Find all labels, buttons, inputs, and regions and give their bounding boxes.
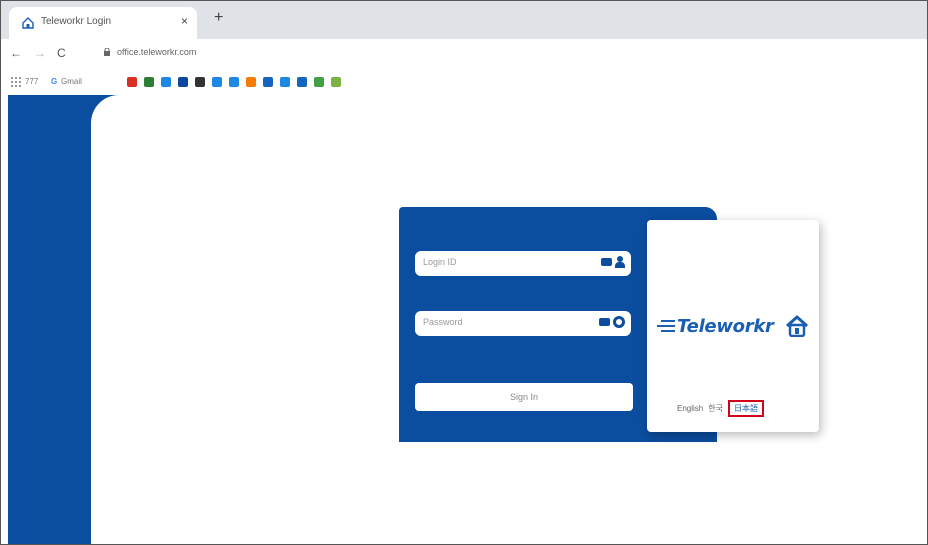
back-button[interactable]: ← bbox=[10, 46, 22, 60]
login-id-icons bbox=[601, 256, 625, 268]
show-password-icon[interactable] bbox=[613, 316, 625, 328]
teleworkr-logo: Teleworkr bbox=[655, 312, 811, 342]
bookmark-favicon-icon[interactable] bbox=[161, 77, 171, 87]
keyboard-icon[interactable] bbox=[601, 258, 612, 266]
bookmark-apps-label[interactable]: 777 bbox=[25, 77, 38, 86]
password-field[interactable] bbox=[415, 311, 631, 336]
password-input[interactable] bbox=[423, 317, 583, 327]
forward-button[interactable]: → bbox=[34, 46, 46, 60]
language-option-2[interactable]: 한국 bbox=[708, 403, 723, 414]
bookmark-favicon-icon[interactable] bbox=[314, 77, 324, 87]
bookmark-favicon-icon[interactable] bbox=[229, 77, 239, 87]
bookmark-favicon-icon[interactable] bbox=[297, 77, 307, 87]
page-content: Sign In Teleworkr English 한국 日本語 bbox=[1, 95, 927, 544]
brand-card: Teleworkr English 한국 日本語 bbox=[647, 220, 819, 432]
bookmark-favicon-icon[interactable] bbox=[195, 77, 205, 87]
sign-in-button[interactable]: Sign In bbox=[415, 383, 633, 411]
apps-grid-icon[interactable] bbox=[11, 77, 21, 87]
tab-close-button[interactable]: × bbox=[181, 14, 188, 28]
bookmark-favicon-icon[interactable] bbox=[331, 77, 341, 87]
bookmark-favicon-icon[interactable] bbox=[127, 77, 137, 87]
home-icon bbox=[22, 17, 34, 29]
bookmark-favicon-icon[interactable] bbox=[144, 77, 154, 87]
user-icon bbox=[615, 256, 625, 268]
logo-speed-lines-icon bbox=[657, 320, 675, 334]
tab-strip: Teleworkr Login × + bbox=[1, 1, 927, 39]
reload-button[interactable]: C bbox=[57, 46, 66, 60]
google-g-icon: G bbox=[51, 77, 58, 86]
tab-title: Teleworkr Login bbox=[41, 16, 112, 27]
bookmark-gmail[interactable]: Gmail bbox=[61, 77, 82, 86]
keyboard-icon[interactable] bbox=[599, 318, 610, 326]
house-logo-icon bbox=[785, 315, 809, 337]
bookmark-favicon-icon[interactable] bbox=[178, 77, 188, 87]
browser-tab[interactable]: Teleworkr Login × bbox=[9, 7, 197, 39]
address-bar[interactable]: office.teleworkr.com bbox=[117, 47, 196, 57]
language-english[interactable]: English bbox=[677, 404, 703, 413]
language-option-3-highlighted[interactable]: 日本語 bbox=[727, 400, 764, 417]
bookmark-favicon-icon[interactable] bbox=[246, 77, 256, 87]
bookmark-favicon-icon[interactable] bbox=[280, 77, 290, 87]
password-icons bbox=[599, 316, 625, 328]
login-id-input[interactable] bbox=[423, 257, 583, 267]
lock-icon bbox=[104, 48, 110, 56]
login-id-field[interactable] bbox=[415, 251, 631, 276]
logo-text: Teleworkr bbox=[677, 316, 774, 337]
bookmark-favicon-icon[interactable] bbox=[212, 77, 222, 87]
bookmarks-bar: 777 G Gmail bbox=[1, 69, 927, 95]
bookmark-favicon-icon[interactable] bbox=[263, 77, 273, 87]
browser-toolbar: ← → C office.teleworkr.com bbox=[1, 39, 927, 69]
new-tab-button[interactable]: + bbox=[214, 10, 223, 26]
language-selector: English 한국 日本語 bbox=[677, 400, 764, 417]
